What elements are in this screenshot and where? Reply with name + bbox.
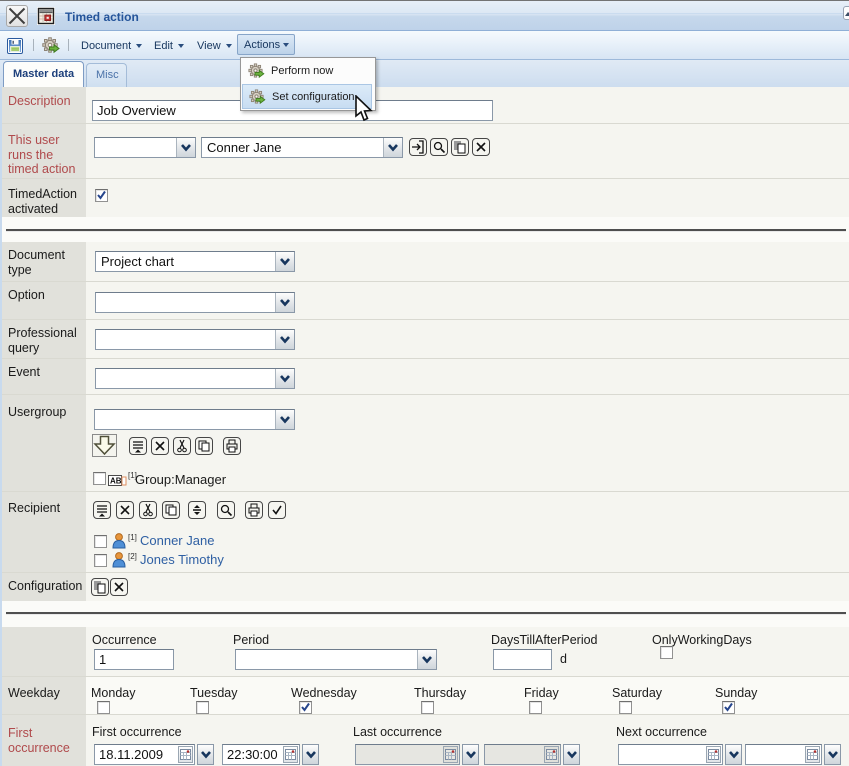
svg-text:AB: AB [110, 476, 122, 485]
